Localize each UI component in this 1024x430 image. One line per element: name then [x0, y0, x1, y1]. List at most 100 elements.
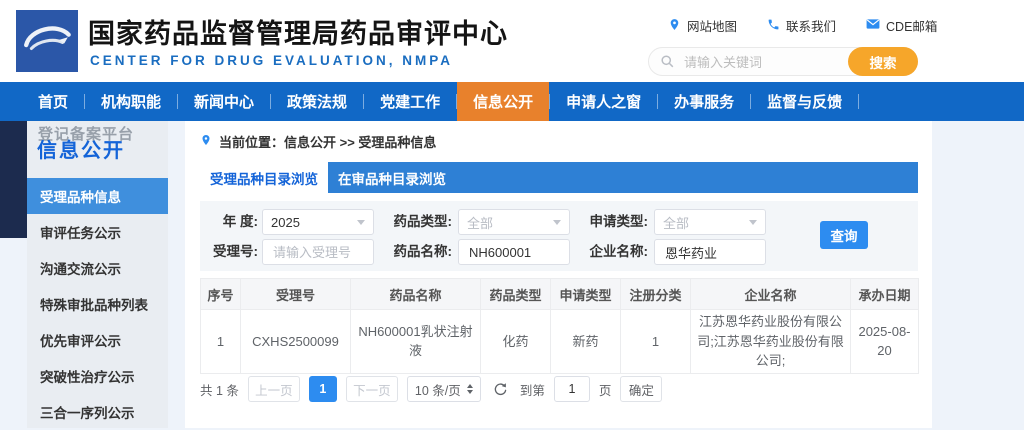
nav-item-information-disclosure[interactable]: 信息公开 — [457, 82, 550, 121]
company-name-label: 企业名称: — [589, 244, 649, 259]
acceptance-no-field[interactable] — [262, 239, 374, 265]
goto-page-input[interactable] — [553, 376, 590, 402]
sidebar-item-three-in-one[interactable]: 三合一序列公示 — [27, 394, 168, 430]
col-header-drug-type: 药品类型 — [480, 278, 551, 310]
sidebar-item-communication[interactable]: 沟通交流公示 — [27, 250, 168, 286]
site-header: 国家药品监督管理局药品审评中心 CENTER FOR DRUG EVALUATI… — [0, 0, 1024, 82]
search-form: 年 度: 2025 药品类型: 全部 申请类型: 全部 受理号: 药品名称: 企… — [200, 201, 918, 271]
search-button[interactable]: 搜索 — [848, 47, 918, 76]
site-search: 搜索 — [648, 47, 918, 76]
sidebar-item-accepted-varieties[interactable]: 受理品种信息 — [27, 178, 168, 214]
drug-type-label: 药品类型: — [393, 214, 453, 229]
col-header-drug-name: 药品名称 — [350, 278, 481, 310]
year-select-value: 2025 — [271, 214, 300, 230]
cell-acceptance-no: CXHS2500099 — [240, 309, 351, 374]
envelope-icon — [866, 18, 880, 33]
tab-bar: 受理品种目录浏览 在审品种目录浏览 — [200, 162, 918, 193]
sidebar-item-review-tasks[interactable]: 审评任务公示 — [27, 214, 168, 250]
cde-logo — [16, 10, 78, 72]
page-size-select[interactable]: 10 条/页 — [406, 376, 481, 402]
drug-type-select[interactable]: 全部 — [458, 209, 570, 235]
mailbox-link[interactable]: CDE邮箱 — [866, 16, 937, 35]
company-name-field[interactable] — [654, 239, 766, 265]
application-type-select-value: 全部 — [663, 215, 690, 231]
table-row: 1 CXHS2500099 NH600001乳状注射液 化药 新药 1 江苏恩华… — [200, 309, 919, 374]
location-pin-icon — [668, 18, 681, 34]
cell-application-type: 新药 — [550, 309, 621, 374]
nav-item-functions[interactable]: 机构职能 — [85, 82, 177, 121]
query-button[interactable]: 查询 — [820, 221, 868, 249]
sidebar-title: 信息公开 — [37, 140, 125, 162]
cell-date: 2025-08-20 — [850, 309, 919, 374]
goto-label: 到第 — [519, 383, 545, 398]
company-name-input[interactable] — [663, 243, 757, 261]
tab-accepted-catalog[interactable]: 受理品种目录浏览 — [200, 162, 328, 193]
total-count: 共 1 条 — [200, 383, 239, 398]
drug-type-select-value: 全部 — [467, 215, 494, 231]
sidebar: 登记备案平台 信息公开 受理品种信息 审评任务公示 沟通交流公示 特殊审批品种列… — [27, 121, 168, 428]
contact-link[interactable]: 联系我们 — [767, 16, 836, 35]
col-header-acceptance-no: 受理号 — [240, 278, 351, 310]
drug-name-input[interactable] — [467, 243, 561, 261]
search-icon — [660, 54, 675, 74]
nav-item-news[interactable]: 新闻中心 — [178, 82, 270, 121]
swoosh-icon — [21, 17, 73, 66]
mailbox-label: CDE邮箱 — [886, 20, 938, 34]
sidebar-item-special-approval[interactable]: 特殊审批品种列表 — [27, 286, 168, 322]
search-input[interactable] — [682, 50, 841, 75]
year-select[interactable]: 2025 — [262, 209, 374, 235]
acceptance-no-input[interactable] — [271, 243, 365, 261]
breadcrumb-label: 当前位置：信息公开 >> 受理品种信息 — [219, 135, 437, 150]
refresh-icon[interactable] — [492, 381, 509, 398]
nav-item-services[interactable]: 办事服务 — [658, 82, 750, 121]
left-dark-strip — [0, 121, 27, 238]
nav-separator — [858, 94, 860, 109]
cell-registration-class: 1 — [620, 309, 691, 374]
col-header-date: 承办日期 — [850, 278, 919, 310]
site-title: 国家药品监督管理局药品审评中心 — [88, 19, 508, 49]
col-header-company: 企业名称 — [690, 278, 851, 310]
main-nav: 首页 机构职能 新闻中心 政策法规 党建工作 信息公开 申请人之窗 办事服务 监… — [0, 82, 1024, 121]
page-size-value: 10 条/页 — [414, 383, 461, 398]
sitemap-link[interactable]: 网站地图 — [668, 16, 737, 35]
sidebar-item-priority-review[interactable]: 优先审评公示 — [27, 322, 168, 358]
main-content: 当前位置：信息公开 >> 受理品种信息 受理品种目录浏览 在审品种目录浏览 年 … — [185, 121, 932, 428]
nav-item-applicant-window[interactable]: 申请人之窗 — [550, 82, 657, 121]
year-label: 年 度: — [222, 214, 258, 229]
cell-company: 江苏恩华药业股份有限公司;江苏恩华药业股份有限公司; — [690, 309, 851, 374]
cell-drug-type: 化药 — [480, 309, 551, 374]
nav-item-policy[interactable]: 政策法规 — [271, 82, 363, 121]
chevron-down-icon — [749, 219, 757, 225]
chevron-down-icon — [357, 219, 365, 225]
application-type-select[interactable]: 全部 — [654, 209, 766, 235]
goto-unit: 页 — [598, 383, 612, 398]
prev-page-button[interactable]: 上一页 — [247, 376, 300, 402]
page-number-button[interactable]: 1 — [308, 376, 337, 402]
sidebar-menu: 受理品种信息 审评任务公示 沟通交流公示 特殊审批品种列表 优先审评公示 突破性… — [27, 178, 168, 430]
drug-name-label: 药品名称: — [393, 244, 453, 259]
col-header-registration-class: 注册分类 — [620, 278, 691, 310]
results-table: 序号 受理号 药品名称 药品类型 申请类型 注册分类 企业名称 承办日期 1 C… — [200, 278, 919, 374]
contact-label: 联系我们 — [786, 20, 837, 34]
nav-item-home[interactable]: 首页 — [22, 82, 84, 121]
drug-name-field[interactable] — [458, 239, 570, 265]
col-header-application-type: 申请类型 — [550, 278, 621, 310]
updown-arrows-icon — [466, 384, 473, 394]
breadcrumb-pin-icon — [200, 134, 212, 149]
header-quick-links: 网站地图 联系我们 CDE邮箱 — [668, 16, 937, 35]
next-page-button[interactable]: 下一页 — [345, 376, 398, 402]
confirm-button[interactable]: 确定 — [620, 376, 663, 402]
cell-index: 1 — [200, 309, 241, 374]
chevron-down-icon — [553, 219, 561, 225]
tab-under-review-catalog[interactable]: 在审品种目录浏览 — [328, 162, 456, 193]
sidebar-item-breakthrough-therapy[interactable]: 突破性治疗公示 — [27, 358, 168, 394]
nav-item-supervision[interactable]: 监督与反馈 — [751, 82, 858, 121]
table-header-row: 序号 受理号 药品名称 药品类型 申请类型 注册分类 企业名称 承办日期 — [200, 278, 919, 310]
site-subtitle: CENTER FOR DRUG EVALUATION, NMPA — [90, 53, 453, 68]
application-type-label: 申请类型: — [589, 214, 649, 229]
acceptance-no-label: 受理号: — [213, 244, 258, 259]
nav-item-party[interactable]: 党建工作 — [364, 82, 456, 121]
sitemap-label: 网站地图 — [687, 20, 738, 34]
phone-icon — [767, 18, 780, 34]
pagination: 共 1 条 上一页 1 下一页 10 条/页 到第 页 确定 — [200, 376, 663, 402]
